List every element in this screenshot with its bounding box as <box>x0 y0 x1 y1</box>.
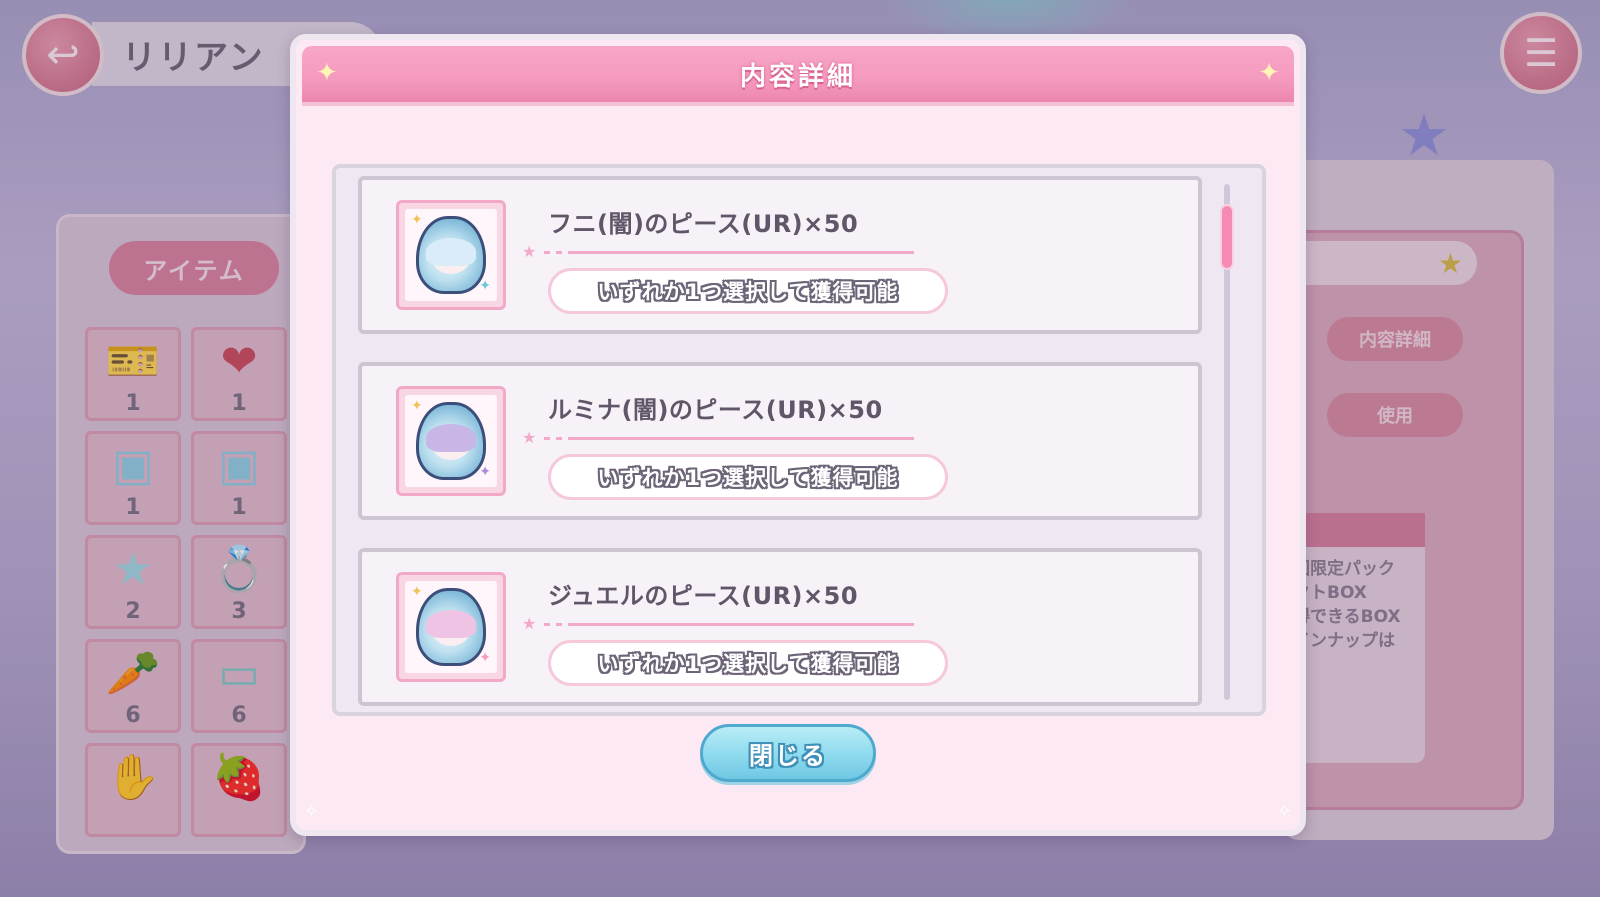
piece-thumbnail: ✦ ✦ <box>396 386 506 496</box>
reward-note: いずれか1つ選択して獲得可能 <box>548 454 948 500</box>
sparkle-icon: ✦ <box>411 584 423 600</box>
star-icon: ★ <box>522 614 537 633</box>
sparkle-icon: ✦ <box>1258 58 1280 88</box>
content-detail-dialog: ✦ 内容詳細 ✦ ✦ ✦ フニ(闇)のピース(UR)×50 ★ いずれか1つ選択… <box>290 34 1306 836</box>
dotted-line <box>544 437 914 440</box>
reward-card: ✦ ✦ ジュエルのピース(UR)×50 ★ いずれか1つ選択して獲得可能 <box>358 548 1202 706</box>
star-icon: ★ <box>522 428 537 447</box>
star-icon: ★ <box>522 242 537 261</box>
piece-gem-icon <box>416 402 486 480</box>
sparkle-icon: ✦ <box>479 278 491 294</box>
decorative-divider: ★ <box>522 242 932 261</box>
decorative-divider: ★ <box>522 614 932 633</box>
sparkle-icon: ✦ <box>316 58 338 88</box>
reward-name: ルミナ(闇)のピース(UR)×50 <box>548 396 883 424</box>
reward-note: いずれか1つ選択して獲得可能 <box>548 640 948 686</box>
piece-frame: ✦ ✦ <box>405 209 497 301</box>
character-hair <box>426 423 476 452</box>
dotted-line <box>544 251 914 254</box>
reward-name: フニ(闇)のピース(UR)×50 <box>548 210 859 238</box>
close-button[interactable]: 閉じる <box>700 724 876 782</box>
piece-gem-icon <box>416 216 486 294</box>
character-hair <box>426 237 476 266</box>
dialog-title: 内容詳細 <box>739 61 856 92</box>
sparkle-icon: ✦ <box>411 398 423 414</box>
reward-note: いずれか1つ選択して獲得可能 <box>548 268 948 314</box>
reward-name: ジュエルのピース(UR)×50 <box>548 582 859 610</box>
close-button-label: 閉じる <box>749 741 827 770</box>
piece-frame: ✦ ✦ <box>405 581 497 673</box>
piece-thumbnail: ✦ ✦ <box>396 200 506 310</box>
reward-card: ✦ ✦ フニ(闇)のピース(UR)×50 ★ いずれか1つ選択して獲得可能 <box>358 176 1202 334</box>
sparkle-icon: ✦ <box>479 464 491 480</box>
scrollbar-thumb[interactable] <box>1220 204 1234 270</box>
decorative-divider: ★ <box>522 428 932 447</box>
sparkle-icon: ✦ <box>411 212 423 228</box>
character-hair <box>426 609 476 638</box>
sparkle-icon: ✦ <box>479 650 491 666</box>
dialog-header: ✦ 内容詳細 ✦ <box>302 46 1294 106</box>
reward-card: ✦ ✦ ルミナ(闇)のピース(UR)×50 ★ いずれか1つ選択して獲得可能 <box>358 362 1202 520</box>
piece-thumbnail: ✦ ✦ <box>396 572 506 682</box>
piece-frame: ✦ ✦ <box>405 395 497 487</box>
piece-gem-icon <box>416 588 486 666</box>
reward-list[interactable]: ✦ ✦ フニ(闇)のピース(UR)×50 ★ いずれか1つ選択して獲得可能 ✦ … <box>332 164 1266 716</box>
corner-sparkle-icon: ✧ <box>1276 801 1292 822</box>
corner-sparkle-icon: ✧ <box>304 801 320 822</box>
reward-list-content: ✦ ✦ フニ(闇)のピース(UR)×50 ★ いずれか1つ選択して獲得可能 ✦ … <box>358 176 1202 712</box>
dotted-line <box>544 623 914 626</box>
